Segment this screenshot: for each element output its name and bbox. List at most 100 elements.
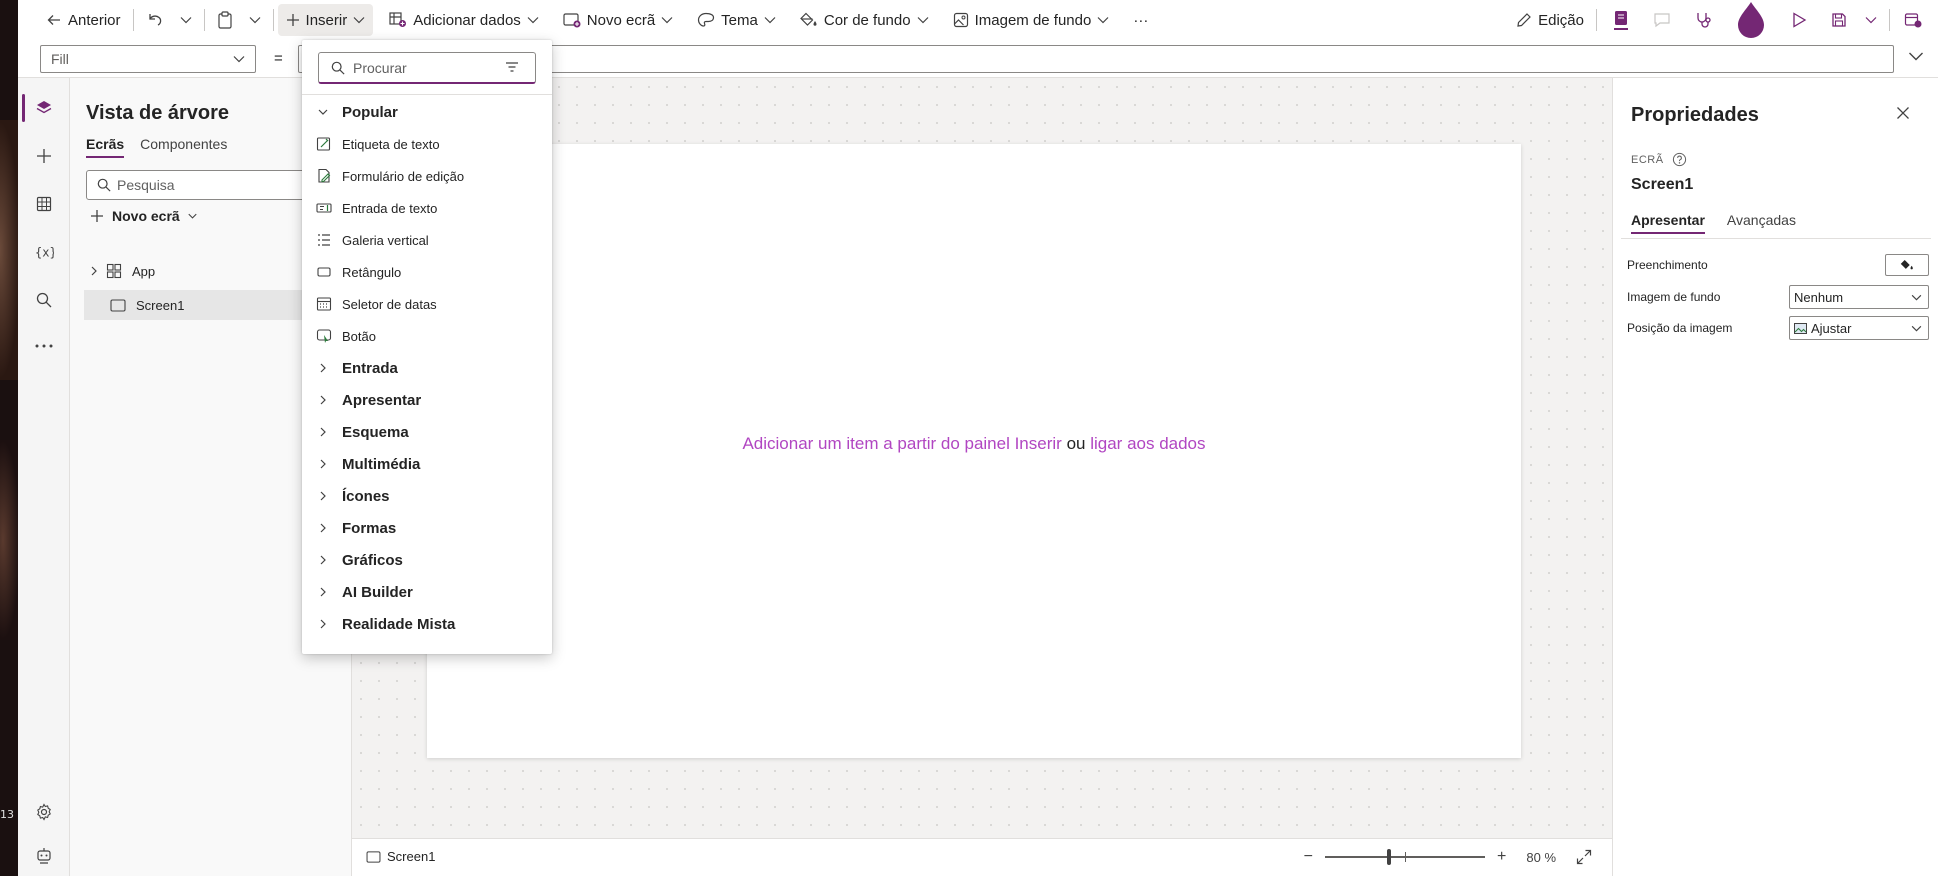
app-icon	[106, 263, 122, 279]
property-selector[interactable]: Fill	[40, 45, 256, 73]
variables-icon: {x}	[35, 246, 54, 260]
insert-panel-link[interactable]: Adicionar um item a partir do painel Ins…	[742, 434, 1061, 453]
search-icon	[97, 178, 111, 192]
chevron-down-icon	[233, 56, 245, 63]
pencil-icon	[1517, 13, 1531, 27]
date-picker-icon	[316, 297, 332, 311]
divider	[1621, 238, 1931, 239]
zoom-out-button[interactable]: −	[1304, 848, 1313, 866]
zoom-in-button[interactable]: +	[1497, 848, 1506, 866]
insert-item-button[interactable]: Botão	[302, 320, 552, 352]
insert-item-label: Seletor de datas	[342, 296, 437, 312]
button-icon	[316, 329, 332, 343]
theme-button[interactable]: Tema	[689, 4, 784, 36]
back-button[interactable]: Anterior	[38, 4, 129, 36]
insert-item-rectangle[interactable]: Retângulo	[302, 256, 552, 288]
property-selector-value: Fill	[51, 51, 69, 67]
zoom-slider-thumb[interactable]	[1387, 849, 1392, 865]
category-label: Multimédia	[342, 455, 421, 473]
category-charts[interactable]: Gráficos	[302, 544, 552, 576]
current-screen-indicator[interactable]: Screen1	[366, 849, 435, 864]
edit-mode-button[interactable]: Edição	[1508, 4, 1592, 36]
more-label: ···	[1133, 11, 1149, 29]
save-dropdown-button[interactable]	[1857, 4, 1885, 36]
undo-dropdown-button[interactable]	[172, 4, 200, 36]
tab-components[interactable]: Componentes	[140, 136, 227, 158]
data-rail-button[interactable]	[18, 184, 70, 224]
category-input[interactable]: Entrada	[302, 352, 552, 384]
paste-dropdown-button[interactable]	[241, 4, 269, 36]
bot-icon	[37, 848, 51, 864]
image-position-dropdown[interactable]: Ajustar	[1789, 316, 1929, 340]
tab-advanced[interactable]: Avançadas	[1727, 212, 1796, 234]
tree-search-placeholder: Pesquisa	[117, 177, 175, 193]
chevron-down-icon	[318, 109, 328, 115]
category-media[interactable]: Multimédia	[302, 448, 552, 480]
chevron-right-icon	[320, 555, 326, 565]
insert-rail-button[interactable]	[18, 136, 70, 176]
tree-node-app-label: App	[132, 263, 156, 279]
new-screen-tree-button[interactable]: Novo ecrã	[90, 208, 197, 224]
preview-button[interactable]	[1777, 4, 1821, 36]
status-bar: Screen1 − + 80 %	[352, 838, 1612, 876]
save-button[interactable]	[1821, 4, 1857, 36]
insert-item-text-input[interactable]: Entrada de texto	[302, 192, 552, 224]
category-display[interactable]: Apresentar	[302, 384, 552, 416]
category-layout[interactable]: Esquema	[302, 416, 552, 448]
publish-button[interactable]	[1894, 4, 1938, 36]
category-ai-builder[interactable]: AI Builder	[302, 576, 552, 608]
screen-canvas[interactable]: Adicionar um item a partir do painel Ins…	[427, 144, 1521, 758]
chevron-right-icon	[320, 619, 326, 629]
insert-item-date-picker[interactable]: Seletor de datas	[302, 288, 552, 320]
empty-screen-hint: Adicionar um item a partir do painel Ins…	[427, 434, 1521, 454]
filter-icon[interactable]	[505, 61, 519, 73]
image-icon	[953, 12, 968, 28]
tree-view-rail-button[interactable]	[18, 88, 70, 128]
more-commands-button[interactable]: ···	[1125, 4, 1156, 36]
insert-search-input[interactable]: Procurar	[318, 52, 536, 84]
paste-button[interactable]	[209, 4, 241, 36]
screen-icon	[110, 298, 126, 312]
expand-formula-button[interactable]	[1908, 48, 1924, 64]
undo-button[interactable]	[138, 4, 172, 36]
chevron-right-icon	[91, 266, 97, 276]
fit-to-window-icon[interactable]	[1576, 849, 1592, 865]
insert-item-vertical-gallery[interactable]: Galeria vertical	[302, 224, 552, 256]
screen-icon	[366, 850, 381, 863]
chevron-right-icon	[320, 523, 326, 533]
fill-color-picker[interactable]	[1885, 254, 1929, 276]
comments-button[interactable]	[1641, 4, 1683, 36]
insert-item-edit-form[interactable]: Formulário de edição	[302, 160, 552, 192]
tab-screens[interactable]: Ecrãs	[86, 136, 125, 158]
background-color-button[interactable]: Cor de fundo	[792, 4, 937, 36]
copilot-button[interactable]	[1725, 2, 1777, 38]
taskbar-clock-fragment: 13	[0, 808, 14, 821]
image-position-label: Posição da imagem	[1627, 321, 1733, 335]
category-shapes[interactable]: Formas	[302, 512, 552, 544]
background-image-dropdown[interactable]: Nenhum	[1789, 285, 1929, 309]
divider	[302, 94, 552, 95]
chevron-down-icon	[249, 17, 260, 24]
category-mixed-reality[interactable]: Realidade Mista	[302, 608, 552, 640]
category-popular[interactable]: Popular	[302, 96, 552, 128]
connect-data-link[interactable]: ligar aos dados	[1090, 434, 1205, 453]
app-checker-button[interactable]	[1683, 4, 1725, 36]
settings-rail-button[interactable]	[18, 792, 70, 832]
property-row-fill: Preenchimento	[1627, 252, 1929, 278]
category-icons[interactable]: Ícones	[302, 480, 552, 512]
search-rail-button[interactable]	[18, 280, 70, 320]
tab-display[interactable]: Apresentar	[1631, 212, 1705, 234]
zoom-slider[interactable]	[1325, 847, 1485, 867]
more-rail-button[interactable]	[18, 326, 70, 366]
insert-button[interactable]: Inserir	[277, 4, 374, 36]
help-icon[interactable]	[1672, 152, 1687, 167]
add-data-button[interactable]: Adicionar dados	[381, 4, 547, 36]
new-screen-button[interactable]: Novo ecrã	[555, 4, 681, 36]
variables-rail-button[interactable]: {x}	[18, 232, 70, 272]
virtual-agent-rail-button[interactable]	[18, 836, 70, 876]
notes-button[interactable]	[1601, 4, 1641, 36]
background-image-button[interactable]: Imagem de fundo	[945, 4, 1118, 36]
close-properties-button[interactable]	[1896, 106, 1910, 123]
formula-equals-sign: =	[274, 50, 283, 67]
insert-item-text-label[interactable]: Etiqueta de texto	[302, 128, 552, 160]
